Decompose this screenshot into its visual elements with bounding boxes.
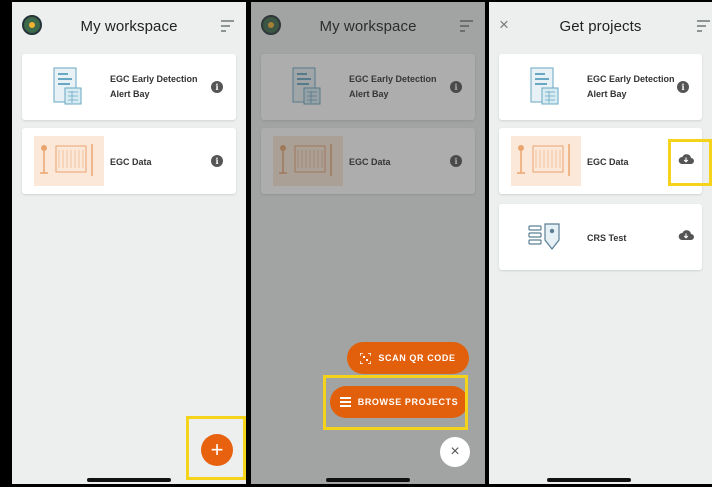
project-data-thumbnail-icon	[511, 136, 581, 186]
close-menu-button[interactable]: ×	[440, 437, 470, 467]
close-icon[interactable]: ×	[499, 15, 509, 35]
sort-filter-icon[interactable]	[221, 20, 234, 32]
project-card[interactable]: EGC Data i	[22, 128, 236, 194]
project-map-thumbnail-icon	[528, 223, 560, 250]
screen-my-workspace: My workspace EGC Early Detection Alert B…	[12, 2, 246, 484]
page-title: Get projects	[559, 17, 642, 35]
info-icon[interactable]: i	[211, 155, 223, 167]
info-icon[interactable]: i	[211, 81, 223, 93]
highlight-add-button	[186, 416, 246, 480]
page-title: My workspace	[80, 17, 178, 35]
project-form-thumbnail-icon	[530, 67, 559, 105]
close-icon: ×	[450, 443, 460, 460]
project-name: CRS Test	[587, 233, 627, 243]
top-bar: My workspace	[12, 2, 246, 50]
cloud-download-icon[interactable]	[678, 229, 694, 241]
info-icon[interactable]: i	[677, 81, 689, 93]
home-indicator	[547, 478, 632, 482]
project-name: EGC Data	[587, 157, 629, 167]
home-indicator	[326, 478, 410, 482]
app-logo-icon[interactable]	[22, 15, 42, 35]
project-card[interactable]: EGC Early Detection Alert Bay i	[22, 54, 236, 120]
project-form-thumbnail-icon	[53, 67, 82, 105]
project-name: EGC Early Detection Alert Bay	[587, 74, 675, 99]
project-name: EGC Early Detection Alert Bay	[110, 74, 198, 99]
sort-filter-icon[interactable]	[697, 20, 710, 32]
highlight-download-button	[668, 139, 712, 186]
home-indicator	[87, 478, 171, 482]
scan-qr-code-button[interactable]: SCAN QR CODE	[347, 342, 469, 374]
project-data-thumbnail-icon	[34, 136, 104, 186]
screen-get-projects: × Get projects EGC Early Detection Alert…	[489, 2, 712, 484]
project-card[interactable]: CRS Test	[499, 204, 702, 270]
project-name: EGC Data	[110, 157, 152, 167]
qr-code-icon	[360, 352, 372, 364]
scan-qr-code-label: SCAN QR CODE	[378, 353, 456, 363]
project-card[interactable]: EGC Early Detection Alert Bay i	[499, 54, 702, 120]
top-bar: × Get projects	[489, 2, 712, 50]
highlight-browse-projects	[323, 375, 468, 430]
